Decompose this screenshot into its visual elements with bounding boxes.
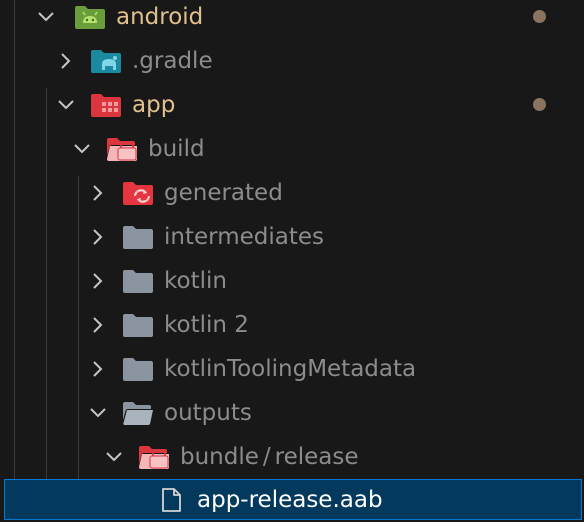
tree-item-label: generated <box>164 180 283 206</box>
chevron-down-icon[interactable] <box>86 391 110 435</box>
tree-item-kotlin[interactable]: kotlin <box>0 259 584 303</box>
tree-item-label: app <box>132 92 176 118</box>
tree-item-app-release-aab[interactable]: app-release.aab <box>4 479 582 520</box>
path-segment-bundle: bundle <box>180 444 259 470</box>
gradle-folder-icon <box>90 48 122 74</box>
folder-icon <box>122 356 154 382</box>
tree-item-label: build <box>148 136 205 162</box>
chevron-right-icon[interactable] <box>86 259 110 303</box>
folder-icon <box>122 312 154 338</box>
tree-item-label: kotlin <box>164 268 227 294</box>
modified-indicator <box>533 10 546 23</box>
tree-item-label: bundle / release <box>180 435 359 479</box>
open-folder-icon <box>122 400 154 426</box>
tree-item-label: .gradle <box>132 48 213 74</box>
path-separator: / <box>262 444 271 470</box>
tree-item-generated[interactable]: generated <box>0 171 584 215</box>
chevron-right-icon[interactable] <box>86 303 110 347</box>
chevron-down-icon[interactable] <box>34 0 58 39</box>
android-folder-icon <box>74 4 106 30</box>
chevron-right-icon[interactable] <box>54 39 78 83</box>
generated-folder-icon <box>122 180 154 206</box>
folder-icon <box>122 268 154 294</box>
tree-item-label: kotlinToolingMetadata <box>164 356 417 382</box>
file-icon <box>155 487 187 513</box>
path-segment-release: release <box>274 444 359 470</box>
build-folder-icon <box>106 136 138 162</box>
file-explorer-tree: android .gradle app build generated inte… <box>0 0 584 520</box>
tree-item-label: kotlin 2 <box>164 312 249 338</box>
tree-item-kotlin-2[interactable]: kotlin 2 <box>0 303 584 347</box>
chevron-right-icon[interactable] <box>86 215 110 259</box>
tree-item-build[interactable]: build <box>0 127 584 171</box>
chevron-down-icon[interactable] <box>54 83 78 127</box>
tree-item-gradle[interactable]: .gradle <box>0 39 584 83</box>
modified-indicator <box>533 98 546 111</box>
tree-item-label: intermediates <box>164 224 324 250</box>
tree-item-bundle-release[interactable]: bundle / release <box>0 435 584 479</box>
tree-item-outputs[interactable]: outputs <box>0 391 584 435</box>
tree-item-app[interactable]: app <box>0 83 584 127</box>
folder-icon <box>122 224 154 250</box>
chevron-right-icon[interactable] <box>86 347 110 391</box>
build-folder-icon <box>138 444 170 470</box>
tree-item-intermediates[interactable]: intermediates <box>0 215 584 259</box>
tree-item-label: android <box>116 4 204 30</box>
tree-item-kotlin-tooling-metadata[interactable]: kotlinToolingMetadata <box>0 347 584 391</box>
app-folder-icon <box>90 92 122 118</box>
tree-item-android[interactable]: android <box>0 0 584 39</box>
tree-item-label: app-release.aab <box>197 487 383 513</box>
tree-item-label: outputs <box>164 400 252 426</box>
chevron-down-icon[interactable] <box>102 435 126 479</box>
chevron-right-icon[interactable] <box>86 171 110 215</box>
chevron-down-icon[interactable] <box>70 127 94 171</box>
